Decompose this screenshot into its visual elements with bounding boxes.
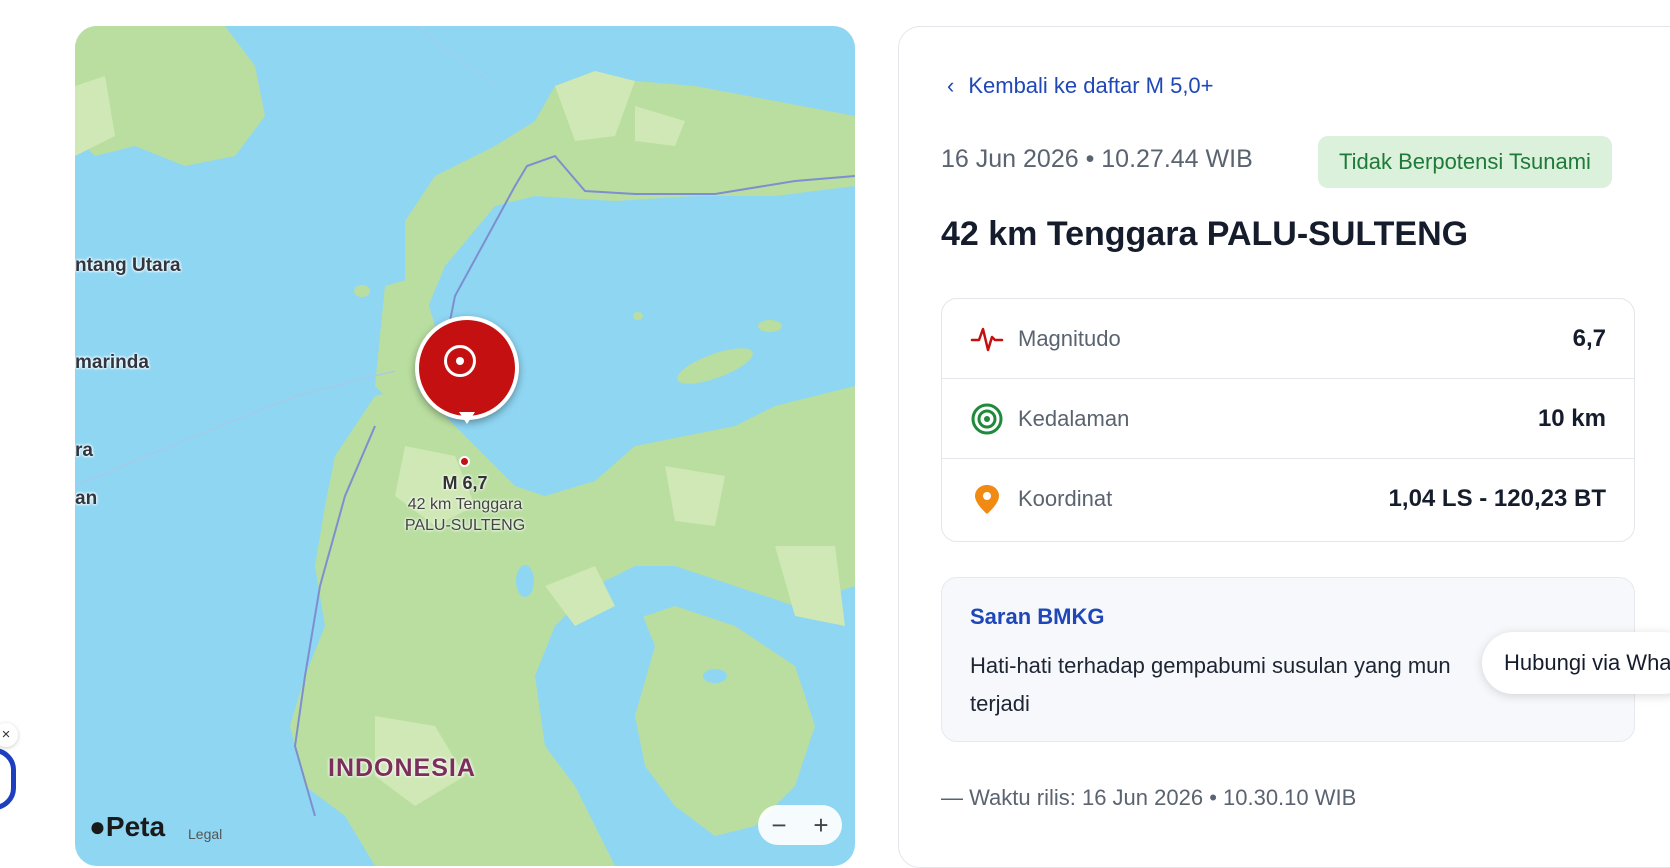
map-legal-link[interactable]: Legal xyxy=(188,826,222,842)
info-value: 10 km xyxy=(1537,404,1606,432)
info-label: Koordinat xyxy=(1018,486,1113,511)
page-title: 42 km Tenggara PALU-SULTENG xyxy=(941,215,1469,253)
map-terrain xyxy=(75,26,855,866)
country-label: INDONESIA xyxy=(328,754,476,782)
target-icon xyxy=(444,345,476,377)
advice-text: Hati-hati terhadap gempabumi susulan yan… xyxy=(970,653,1451,716)
quake-info-card: Magnitudo 6,7 Kedalaman 10 km Koordinat … xyxy=(941,298,1635,542)
earthquake-map[interactable]: ntang Utara marinda ra an INDONESIA M 6,… xyxy=(75,26,855,866)
info-label: Magnitudo xyxy=(1018,325,1121,351)
earthquake-detail-panel: ‹ Kembali ke daftar M 5,0+ 16 Jun 2026 •… xyxy=(898,26,1670,868)
map-place-label: ra xyxy=(75,440,93,461)
map-brand-label: Peta xyxy=(105,811,166,842)
release-time: — Waktu rilis: 16 Jun 2026 • 10.30.10 WI… xyxy=(941,785,1357,810)
marker-magnitude: M 6,7 xyxy=(442,473,488,493)
info-value: 1,04 LS - 120,23 BT xyxy=(1388,485,1606,512)
whatsapp-contact-button[interactable]: Hubungi via Wha xyxy=(1482,632,1670,694)
tsunami-status-badge: Tidak Berpotensi Tsunami xyxy=(1318,136,1612,188)
zoom-control: − + xyxy=(758,805,842,845)
info-row-magnitude: Magnitudo 6,7 xyxy=(942,299,1634,379)
info-row-coordinates: Koordinat 1,04 LS - 120,23 BT xyxy=(942,459,1634,539)
map-place-label: ntang Utara xyxy=(75,255,181,276)
chevron-left-icon: ‹ xyxy=(947,73,955,98)
back-link-label: Kembali ke daftar M 5,0+ xyxy=(968,73,1214,98)
pulse-icon xyxy=(970,327,1004,351)
back-to-list-link[interactable]: ‹ Kembali ke daftar M 5,0+ xyxy=(947,73,1214,99)
epicenter-dot xyxy=(459,456,470,467)
close-icon[interactable]: × xyxy=(0,723,18,747)
map-brand: ●Peta xyxy=(89,811,165,843)
floating-action-button[interactable] xyxy=(0,748,16,810)
map-place-label: an xyxy=(75,488,98,509)
location-pin-icon xyxy=(975,485,999,514)
marker-place-line1: 42 km Tenggara xyxy=(407,496,523,513)
epicenter-marker[interactable] xyxy=(415,316,519,424)
advice-title: Saran BMKG xyxy=(970,604,1105,629)
map-place-label: marinda xyxy=(75,352,149,373)
marker-caption: M 6,7 42 km Tenggara PALU-SULTENG xyxy=(365,473,565,536)
info-value: 6,7 xyxy=(1572,324,1606,352)
target-icon xyxy=(971,403,1003,434)
apple-logo-icon: ● xyxy=(89,811,106,842)
marker-place-line2: PALU-SULTENG xyxy=(404,517,526,534)
zoom-in-button[interactable]: + xyxy=(813,810,828,841)
event-time: 16 Jun 2026 • 10.27.44 WIB xyxy=(941,145,1253,173)
info-row-depth: Kedalaman 10 km xyxy=(942,379,1634,459)
info-label: Kedalaman xyxy=(1018,405,1130,431)
marker-tail xyxy=(459,412,475,424)
zoom-out-button[interactable]: − xyxy=(771,810,786,841)
